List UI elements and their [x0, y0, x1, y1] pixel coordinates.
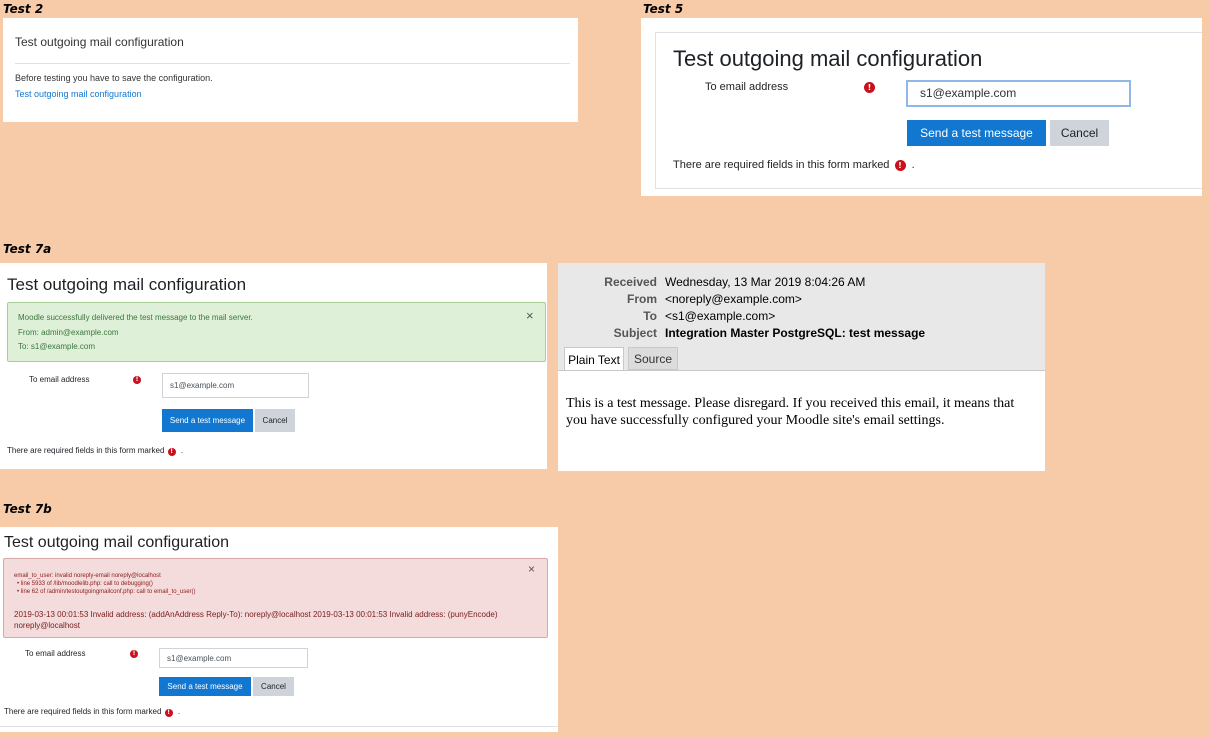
test5-panel: Test outgoing mail configuration To emai…: [641, 18, 1202, 196]
email-received-value: Wednesday, 13 Mar 2019 8:04:26 AM: [665, 275, 866, 289]
email-tabs-divider: [558, 370, 1045, 371]
test7a-field-label: To email address: [29, 375, 90, 384]
test7b-required-note: There are required fields in this form m…: [4, 707, 180, 717]
email-viewer: Received Wednesday, 13 Mar 2019 8:04:26 …: [558, 263, 1045, 471]
test7a-required-note-text: There are required fields in this form m…: [7, 446, 165, 455]
label-test-2: Test 2: [3, 2, 44, 16]
test7a-required-note-icon: !: [167, 448, 176, 456]
test5-required-note-icon: !: [894, 160, 906, 171]
test7a-alert-line-1: Moodle successfully delivered the test m…: [18, 313, 253, 322]
test7a-send-button[interactable]: Send a test message: [162, 409, 253, 432]
test2-link[interactable]: Test outgoing mail configuration: [15, 89, 142, 99]
test7b-error-bullet-1: • line 5933 of /lib/moodlelib.php: call …: [17, 581, 153, 587]
test7b-required-note-icon: !: [164, 709, 173, 717]
test5-heading: Test outgoing mail configuration: [673, 46, 983, 71]
test5-required-note-text: There are required fields in this form m…: [673, 159, 890, 171]
test7a-alert-line-3: To: s1@example.com: [18, 342, 96, 351]
test5-send-button[interactable]: Send a test message: [907, 120, 1046, 146]
test7b-bullet-dot-1: •: [17, 581, 20, 587]
test2-panel: Test outgoing mail configuration Before …: [3, 18, 578, 122]
test7b-error-main: 2019-03-13 00:01:53 Invalid address: (ad…: [14, 610, 498, 630]
test7a-panel: Test outgoing mail configuration Moodle …: [0, 263, 547, 469]
test5-required-icon: !: [864, 82, 875, 93]
test7b-required-note-text: There are required fields in this form m…: [4, 707, 162, 716]
test5-email-input[interactable]: s1@example.com: [906, 80, 1131, 107]
test7a-required-icon: !: [133, 376, 141, 384]
test2-heading: Test outgoing mail configuration: [15, 35, 184, 49]
test7b-error-bullet-1-text: line 5933 of /lib/moodlelib.php: call to…: [20, 581, 153, 587]
email-tab-plain-text[interactable]: Plain Text: [564, 347, 624, 371]
test7b-bottom-divider: [0, 726, 558, 727]
label-test-7b: Test 7b: [3, 502, 52, 516]
email-to-label: To: [643, 309, 657, 323]
test2-divider: [15, 63, 570, 64]
test7b-close-icon[interactable]: ×: [528, 562, 535, 576]
test7a-required-note-tail: .: [180, 446, 184, 455]
test7b-error-line-1: email_to_user: invalid noreply-email nor…: [14, 573, 161, 579]
test7b-required-icon: !: [130, 650, 138, 658]
test7a-close-icon[interactable]: ×: [526, 308, 534, 323]
test7b-panel: Test outgoing mail configuration email_t…: [0, 527, 558, 732]
email-tab-source[interactable]: Source: [628, 347, 678, 370]
email-from-value: <noreply@example.com>: [665, 292, 802, 306]
test7b-heading: Test outgoing mail configuration: [4, 534, 230, 551]
test7b-cancel-button[interactable]: Cancel: [253, 677, 294, 696]
label-test-5: Test 5: [643, 2, 684, 16]
test7b-bullet-dot-2: •: [17, 589, 20, 595]
email-subject-label: Subject: [613, 326, 657, 340]
test7a-required-note: There are required fields in this form m…: [7, 446, 183, 456]
test2-notice: Before testing you have to save the conf…: [15, 73, 213, 83]
test5-cancel-button[interactable]: Cancel: [1050, 120, 1109, 146]
test7b-error-bullet-2-text: line 62 of /admin/testoutgoingmailconf.p…: [20, 589, 196, 595]
test7a-alert-line-2: From: admin@example.com: [18, 328, 119, 337]
test7a-email-input[interactable]: s1@example.com: [162, 373, 309, 398]
test7b-error-bullet-2: • line 62 of /admin/testoutgoingmailconf…: [17, 589, 196, 595]
test7b-email-input[interactable]: s1@example.com: [159, 648, 308, 668]
test7a-cancel-button[interactable]: Cancel: [255, 409, 295, 432]
test5-field-label: To email address: [705, 81, 789, 93]
test7b-send-button[interactable]: Send a test message: [159, 677, 251, 696]
label-test-7a: Test 7a: [3, 242, 52, 256]
email-to-value: <s1@example.com>: [665, 309, 776, 323]
test5-required-note-tail: .: [911, 159, 915, 171]
test7b-required-note-tail: .: [177, 707, 181, 716]
test5-required-note: There are required fields in this form m…: [673, 159, 915, 171]
email-body: This is a test message. Please disregard…: [566, 396, 1015, 428]
test7a-heading: Test outgoing mail configuration: [7, 275, 247, 294]
email-from-label: From: [627, 292, 657, 306]
email-subject-value: Integration Master PostgreSQL: test mess…: [665, 326, 926, 340]
test7b-field-label: To email address: [25, 649, 86, 658]
email-received-label: Received: [604, 275, 657, 289]
